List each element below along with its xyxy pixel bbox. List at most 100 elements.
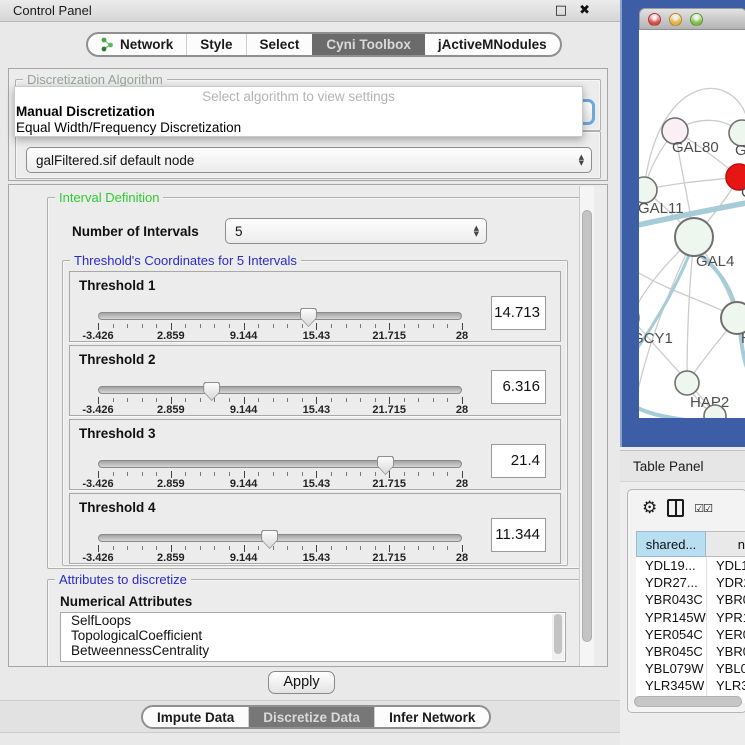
threshold-1-slider[interactable]	[98, 312, 462, 320]
tick-mark	[331, 398, 332, 402]
tick-mark	[316, 471, 317, 478]
threshold-4-value-field[interactable]: 11.344	[491, 518, 546, 552]
close-window-icon[interactable]: ✖	[579, 0, 590, 22]
zoom-traffic-light[interactable]	[690, 13, 703, 26]
table-row[interactable]: YPR145WYPR1	[636, 609, 745, 626]
table-cell: YPR1	[706, 609, 745, 626]
tab-select[interactable]: Select	[246, 34, 313, 55]
table-cell: YBR0	[706, 591, 745, 608]
threshold-3-label: Threshold 3	[79, 426, 156, 441]
table-row[interactable]: YBL079WYBL0	[636, 660, 745, 677]
tick-mark	[346, 324, 347, 328]
tick-mark	[142, 472, 143, 476]
threshold-3-slider[interactable]	[98, 460, 462, 468]
tick-mark	[447, 398, 448, 402]
threshold-1-panel: Threshold 1 -3.4262.8599.14415.4321.7152…	[69, 271, 561, 342]
checkbox-icons[interactable]: ☑☑	[694, 502, 712, 515]
tick-mark	[127, 546, 128, 550]
threshold-4-label: Threshold 4	[79, 500, 156, 515]
network-window-titlebar[interactable]	[639, 8, 745, 30]
tab-jactivemnodules[interactable]: jActiveMNodules	[424, 34, 560, 55]
tab-infer-network[interactable]: Infer Network	[374, 707, 489, 727]
tick-mark	[346, 472, 347, 476]
tick-mark	[185, 472, 186, 476]
tick-mark	[113, 546, 114, 550]
panel-scrollbar-thumb[interactable]	[582, 210, 592, 642]
minimize-traffic-light[interactable]	[669, 13, 682, 26]
tick-mark	[229, 472, 230, 476]
column-header-name[interactable]: n	[706, 531, 745, 557]
panel-scrollbar[interactable]	[579, 186, 594, 667]
numerical-attributes-list: SelfLoops TopologicalCoefficient Between…	[60, 612, 566, 662]
scale-label: 21.715	[372, 552, 406, 564]
table-row[interactable]: YER054CYER0	[636, 626, 745, 643]
attributes-scrollbar[interactable]	[552, 614, 564, 660]
table-cell: YBR043C	[636, 591, 706, 608]
tick-mark	[360, 472, 361, 476]
tick-mark	[462, 397, 463, 404]
settings-scroll-panel: Interval Definition Number of Intervals …	[8, 184, 608, 667]
threshold-3-value-field[interactable]: 21.4	[491, 444, 546, 478]
top-tab-bar: Network Style Select Cyni Toolbox jActiv…	[86, 32, 562, 57]
list-item-betweennesscentrality[interactable]: BetweennessCentrality	[61, 643, 565, 658]
tick-mark	[360, 398, 361, 402]
threshold-1-value-field[interactable]: 14.713	[491, 296, 546, 330]
number-of-intervals-label: Number of Intervals	[72, 224, 199, 239]
tab-impute-data[interactable]: Impute Data	[143, 707, 248, 727]
tick-mark	[346, 398, 347, 402]
tick-mark	[404, 546, 405, 550]
network-node[interactable]	[675, 371, 699, 395]
tab-cyni-toolbox[interactable]: Cyni Toolbox	[312, 34, 424, 55]
table-panel-region: Table Panel ⚙ ☑☑ shared... n YDL19...YDL…	[620, 447, 745, 745]
table-row[interactable]: YDL19...YDL1	[636, 557, 745, 574]
popup-option-equal-width-frequency[interactable]: Equal Width/Frequency Discretization	[15, 120, 582, 136]
attributes-group: Attributes to discretize Numerical Attri…	[47, 579, 581, 667]
tick-mark	[156, 472, 157, 476]
threshold-2-slider[interactable]	[98, 386, 462, 394]
network-view-canvas[interactable]: GAL80GACGAL11GAL4GCY1HHAP2	[639, 30, 745, 418]
tick-mark	[462, 545, 463, 552]
table-row[interactable]: YBR043CYBR0	[636, 591, 745, 608]
list-item-selfloops[interactable]: SelfLoops	[61, 613, 565, 628]
column-header-shared-name[interactable]: shared...	[636, 531, 706, 557]
tick-mark	[244, 471, 245, 478]
table-cell: YER054C	[636, 626, 706, 643]
tick-mark	[462, 323, 463, 330]
close-traffic-light[interactable]	[648, 13, 661, 26]
threshold-2-value-field[interactable]: 6.316	[491, 370, 546, 404]
tab-network-label: Network	[120, 37, 173, 52]
table-scrollbar-thumb[interactable]	[634, 696, 742, 707]
tab-network[interactable]: Network	[88, 34, 186, 55]
table-row[interactable]: YBR045CYBR0	[636, 643, 745, 660]
table-cell: YPR145W	[636, 609, 706, 626]
table-horizontal-scrollbar[interactable]	[634, 696, 742, 707]
tab-style[interactable]: Style	[186, 34, 245, 55]
tick-mark	[316, 545, 317, 552]
algorithm-dropdown-popup: Select algorithm to view settings Manual…	[14, 86, 583, 137]
tick-mark	[418, 398, 419, 402]
apply-button[interactable]: Apply	[268, 671, 335, 694]
network-node[interactable]	[675, 218, 713, 256]
table-data-group: Table Data galFiltered.sif default node …	[15, 131, 601, 179]
tick-mark	[433, 472, 434, 476]
tick-mark	[258, 324, 259, 328]
table-row[interactable]: YDR27...YDR2	[636, 574, 745, 591]
number-of-intervals-combobox[interactable]: 5 ▲▼	[225, 218, 487, 244]
scale-label: 28	[456, 404, 468, 416]
tick-mark	[185, 546, 186, 550]
tick-mark	[98, 397, 99, 404]
float-window-icon[interactable]: □	[555, 0, 567, 22]
table-data-combobox[interactable]: galFiltered.sif default node ▲▼	[26, 147, 592, 173]
slider-scale-labels: -3.4262.8599.14415.4321.71528	[98, 478, 462, 490]
slider-scale-labels: -3.4262.8599.14415.4321.71528	[98, 552, 462, 564]
columns-icon[interactable]	[667, 499, 684, 517]
gear-icon[interactable]: ⚙	[642, 498, 657, 518]
tab-discretize-data[interactable]: Discretize Data	[248, 707, 374, 727]
scale-label: 28	[456, 478, 468, 490]
threshold-4-slider[interactable]	[98, 534, 462, 542]
table-row[interactable]: YLR345WYLR3	[636, 677, 745, 694]
algorithm-hint: Select algorithm to view settings	[15, 87, 582, 104]
list-item-topologicalcoefficient[interactable]: TopologicalCoefficient	[61, 628, 565, 643]
popup-option-manual-discretization[interactable]: Manual Discretization	[15, 104, 582, 120]
tick-mark	[156, 398, 157, 402]
